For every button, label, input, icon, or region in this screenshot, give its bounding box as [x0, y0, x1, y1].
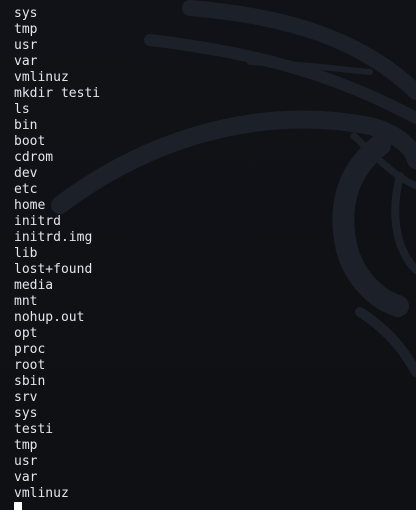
terminal-line-13: home: [14, 198, 46, 213]
terminal-line-6: mkdir testi: [14, 86, 101, 101]
terminal-line-11: dev: [14, 166, 38, 181]
terminal-line-30: var: [14, 470, 38, 485]
terminal-line-26: sys: [14, 406, 38, 421]
terminal-line-16: lib: [14, 246, 38, 261]
terminal-line-25: srv: [14, 390, 38, 405]
terminal-line-28: tmp: [14, 438, 38, 453]
terminal-line-3: usr: [14, 38, 38, 53]
terminal-line-22: proc: [14, 342, 46, 357]
terminal-line-5: vmlinuz: [14, 70, 69, 85]
terminal-line-17: lost+found: [14, 262, 93, 277]
terminal-line-7: ls: [14, 102, 30, 117]
terminal-line-27: testi: [14, 422, 54, 437]
terminal-line-14: initrd: [14, 214, 61, 229]
terminal-line-12: etc: [14, 182, 38, 197]
terminal-line-8: bin: [14, 118, 38, 133]
terminal-line-10: cdrom: [14, 150, 54, 165]
terminal-line-21: opt: [14, 326, 38, 341]
terminal-line-19: mnt: [14, 294, 38, 309]
terminal-line-18: media: [14, 278, 54, 293]
terminal-output: sys tmp usr var vmlinuz mkdir testi ls b…: [14, 6, 410, 509]
terminal-line-2: tmp: [14, 22, 38, 37]
terminal-line-31: vmlinuz: [14, 486, 69, 501]
terminal-line-24: sbin: [14, 374, 46, 389]
terminal-line-9: boot: [14, 134, 46, 149]
terminal-line-15: initrd.img: [14, 230, 93, 245]
terminal-line-23: root: [14, 358, 46, 373]
terminal-line-1: sys: [14, 6, 38, 21]
terminal-line-29: usr: [14, 454, 38, 469]
terminal-line-4: var: [14, 54, 38, 69]
terminal-line-20: nohup.out: [14, 310, 85, 325]
terminal-window[interactable]: sys tmp usr var vmlinuz mkdir testi ls b…: [0, 0, 416, 510]
